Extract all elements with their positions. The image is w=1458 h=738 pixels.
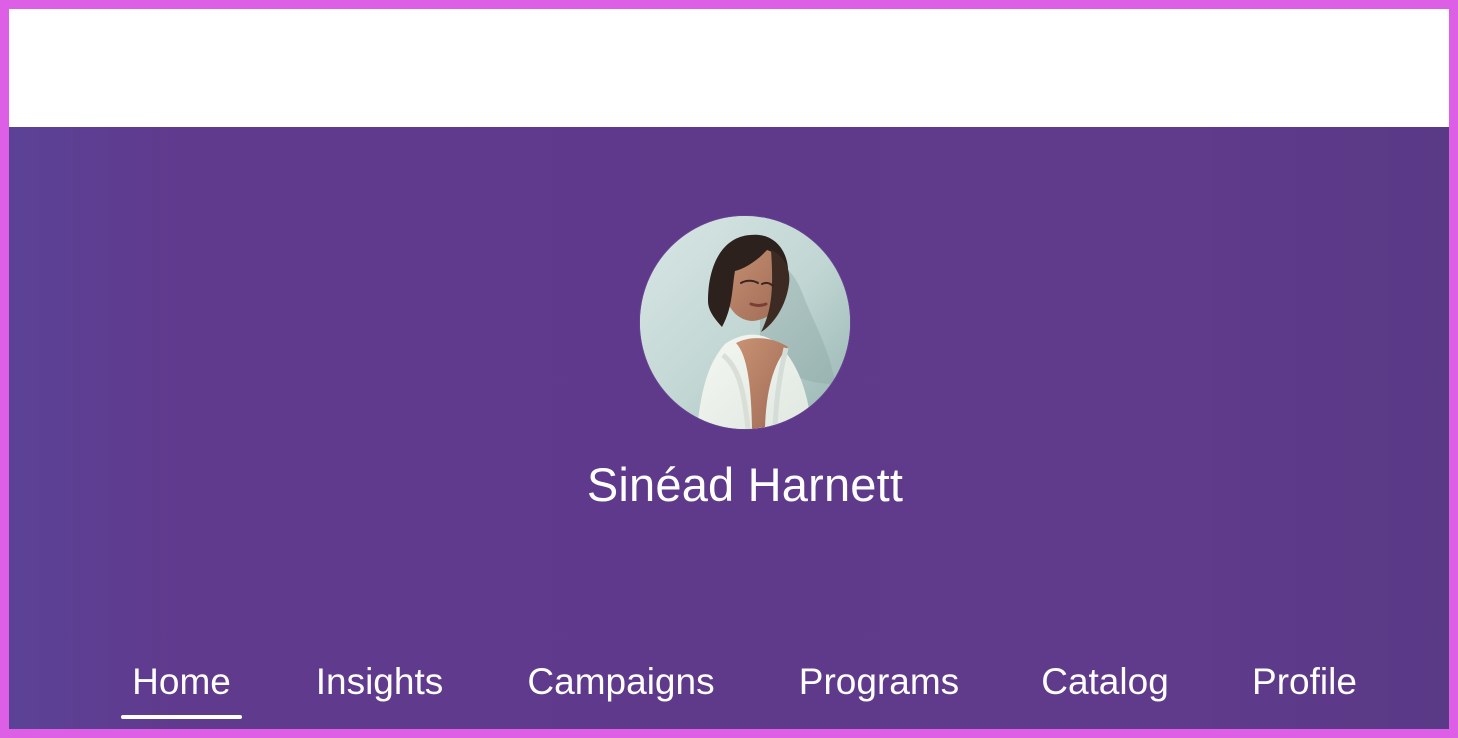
profile-nav-tabs: Home Insights Campaigns Programs Catalog… [9,633,1449,729]
tab-programs[interactable]: Programs [795,633,963,727]
profile-name: Sinéad Harnett [586,458,904,511]
tab-insights[interactable]: Insights [312,633,447,727]
profile-header: Sinéad Harnett Home Insights Campaigns P… [9,127,1449,729]
tab-programs-label: Programs [798,661,960,702]
tab-profile[interactable]: Profile [1248,633,1361,727]
tab-home-label: Home [132,661,231,702]
top-white-bar [9,9,1449,127]
profile-photo-icon [640,216,850,429]
tab-insights-label: Insights [315,661,444,702]
tab-profile-label: Profile [1252,661,1357,702]
app-window: Sinéad Harnett Home Insights Campaigns P… [9,9,1449,729]
tab-catalog-label: Catalog [1041,661,1169,702]
tab-home[interactable]: Home [121,633,242,727]
tab-campaigns[interactable]: Campaigns [527,633,715,727]
avatar[interactable] [640,216,850,429]
active-tab-indicator [121,715,242,719]
tab-catalog[interactable]: Catalog [1039,633,1171,727]
tab-campaigns-label: Campaigns [527,661,715,702]
